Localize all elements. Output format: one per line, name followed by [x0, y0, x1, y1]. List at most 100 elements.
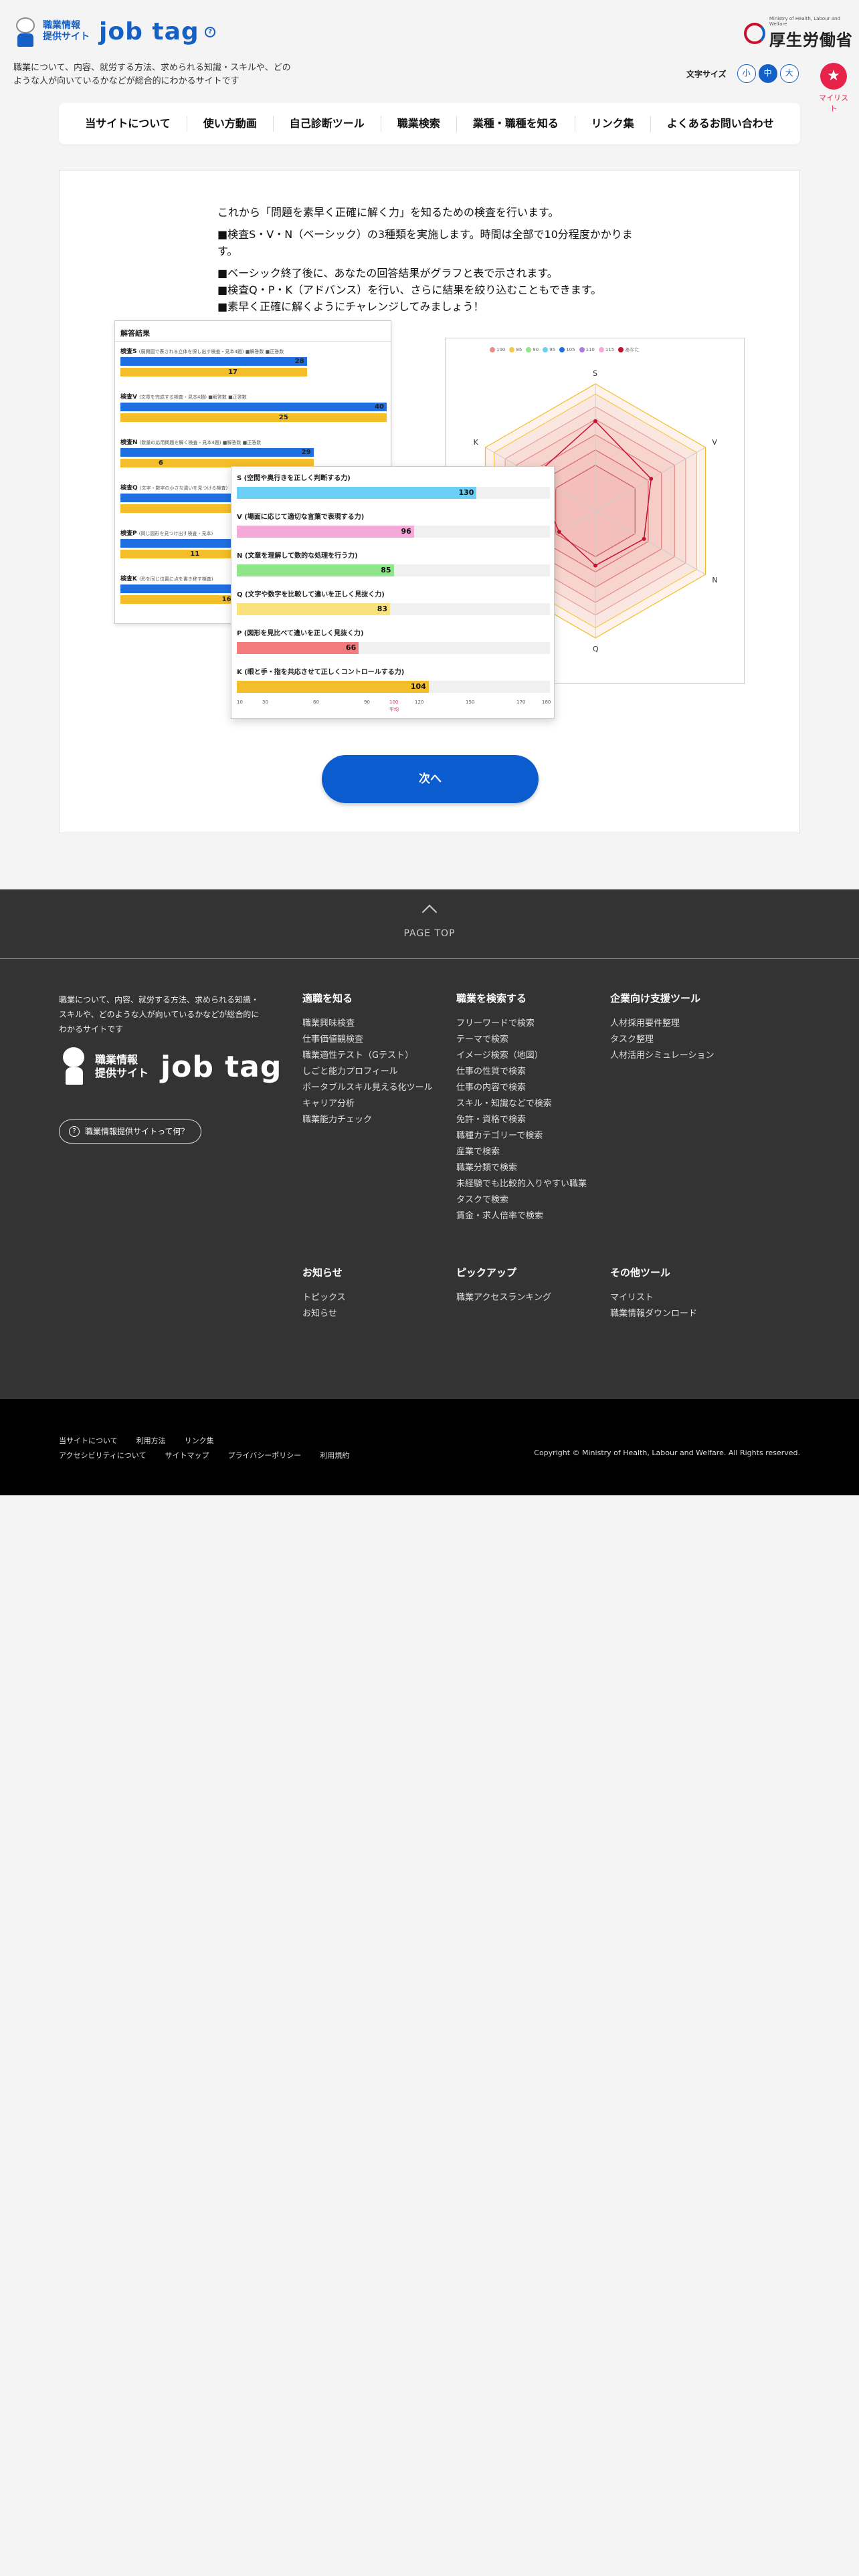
ability-label: V (場面に応じて適切な言葉で表現する力)	[237, 514, 365, 521]
footer-links-row-2: アクセシビリティについて サイトマップ プライバシーポリシー 利用規約	[59, 1450, 368, 1461]
footer-link[interactable]: 職業能力チェック	[302, 1112, 433, 1128]
bottom-link[interactable]: 当サイトについて	[59, 1436, 118, 1445]
ability-value: 85	[381, 566, 391, 574]
footer-logo[interactable]: 職業情報 提供サイト job tag	[59, 1046, 282, 1087]
bottom-link[interactable]: アクセシビリティについて	[59, 1451, 146, 1460]
logo-badge-line2: 提供サイト	[43, 31, 90, 42]
question-icon: ?	[69, 1126, 80, 1137]
footer-link[interactable]: ポータブルスキル見える化ツール	[302, 1080, 433, 1096]
ability-bar: 130	[237, 487, 477, 499]
ability-value: 96	[401, 527, 411, 536]
correct-count-value: 16	[221, 596, 231, 603]
footer-link[interactable]: 仕事価値観検査	[302, 1032, 433, 1048]
result-row-検査V: 検査V (文章を完成する検査・見本4題) ■解答数 ■正答数 40 25	[120, 392, 387, 422]
nav-item-about[interactable]: 当サイトについて	[69, 116, 187, 132]
ability-track: 85	[237, 564, 550, 576]
footer-link[interactable]: 人材活用シミュレーション	[610, 1048, 714, 1064]
ability-track: 96	[237, 526, 550, 538]
ability-track: 104	[237, 681, 550, 693]
footer-link[interactable]: 賃金・求人倍率で検索	[456, 1208, 587, 1224]
logo-badge-line1: 職業情報	[43, 20, 80, 31]
site-tagline: 職業について、内容、就労する方法、求められる知識・スキルや、どのような人が向いて…	[13, 63, 291, 86]
radar-user-point	[557, 530, 561, 534]
footer-description: 職業について、内容、就労する方法、求められる知識・スキルや、どのような人が向いて…	[59, 995, 260, 1034]
bottom-link[interactable]: プライバシーポリシー	[227, 1451, 301, 1460]
footer-link[interactable]: タスクで検索	[456, 1192, 587, 1208]
ability-bar-chart: S (空間や奥行きを正しく判断する力) 130 V (場面に応じて適切な言葉で表現す…	[231, 466, 555, 719]
font-size-large-button[interactable]: 大	[779, 64, 799, 83]
help-icon[interactable]: ?	[205, 27, 215, 37]
page-top-label: PAGE TOP	[403, 928, 456, 939]
footer-link[interactable]: 職業興味検査	[302, 1016, 433, 1032]
footer-column: 適職を知る職業興味検査 仕事価値観検査 職業適性テスト（Gテスト） しごと能力プロフィ…	[302, 991, 433, 1128]
footer-link[interactable]: 職業適性テスト（Gテスト）	[302, 1048, 433, 1064]
footer-column-title: 企業向け支援ツール	[610, 992, 701, 1004]
footer-link[interactable]: キャリア分析	[302, 1096, 433, 1112]
x-tick-label: 90	[364, 700, 370, 705]
footer-link[interactable]: フリーワードで検索	[456, 1016, 587, 1032]
footer-link[interactable]: 仕事の性質で検索	[456, 1064, 587, 1080]
x-tick-label: 100	[389, 700, 399, 705]
ministry-logo[interactable]: Ministry of Health, Labour and Welfare 厚…	[744, 16, 859, 50]
bottom-link[interactable]: サイトマップ	[165, 1451, 209, 1460]
correct-count-value: 6	[158, 459, 163, 467]
footer-column-title: 適職を知る	[302, 992, 353, 1004]
average-label: 平均	[389, 707, 399, 712]
mylist-button[interactable]: ★ マイリスト	[816, 63, 851, 114]
footer-link[interactable]: 職業情報ダウンロード	[610, 1306, 697, 1322]
site-logo[interactable]: 職業情報 提供サイト job tag	[13, 15, 199, 48]
font-size-medium-button[interactable]: 中	[758, 64, 777, 83]
nav-item-self-diagnosis[interactable]: 自己診断ツール	[274, 116, 381, 132]
radar-axis-label: S	[593, 369, 597, 378]
x-tick-label: 180	[542, 700, 551, 705]
nav-item-job-search[interactable]: 職業検索	[381, 116, 457, 132]
footer-link[interactable]: 未経験でも比較的入りやすい職業	[456, 1176, 587, 1192]
footer-link[interactable]: 人材採用要件整理	[610, 1016, 714, 1032]
ability-bar: 96	[237, 526, 414, 538]
logo-text: job tag	[99, 17, 199, 45]
x-tick-label: 60	[313, 700, 319, 705]
footer-link[interactable]: お知らせ	[302, 1306, 346, 1322]
result-row-desc: (数量の応用問題を解く検査・見本4題) ■解答数 ■正答数	[139, 440, 262, 445]
ability-bar: 66	[237, 642, 359, 654]
about-site-button[interactable]: ? 職業情報提供サイトって何？	[59, 1119, 202, 1144]
bottom-link[interactable]: 利用規約	[320, 1451, 349, 1460]
nav-item-faq[interactable]: よくあるお問い合わせ	[651, 116, 790, 132]
footer-link[interactable]: 職業アクセスランキング	[456, 1290, 551, 1306]
footer-link[interactable]: 免許・資格で検索	[456, 1112, 587, 1128]
footer-link[interactable]: 職種カテゴリーで検索	[456, 1128, 587, 1144]
footer-link[interactable]: スキル・知識などで検索	[456, 1096, 587, 1112]
footer-link[interactable]: テーマで検索	[456, 1032, 587, 1048]
ability-track: 66	[237, 642, 550, 654]
bottom-link[interactable]: 利用方法	[136, 1436, 166, 1445]
intro-bullet-3: ■検査Q・P・K（アドバンス）を行い、さらに結果を絞り込むこともできます。	[217, 284, 602, 296]
intro-bullet-1: ■検査S・V・N（ベーシック）の3種類を実施します。時間は全部で10分程度かかり…	[217, 228, 633, 257]
footer-column: ピックアップ 職業アクセスランキング	[456, 1265, 551, 1306]
x-tick-label: 10	[237, 700, 243, 705]
footer-link[interactable]: 職業分類で検索	[456, 1160, 587, 1176]
footer-link[interactable]: マイリスト	[610, 1290, 697, 1306]
x-tick-label: 30	[262, 700, 268, 705]
footer-link[interactable]: イメージ検索（地図）	[456, 1048, 587, 1064]
bottom-link[interactable]: リンク集	[185, 1436, 214, 1445]
mylist-label: マイリスト	[819, 94, 848, 113]
footer-link[interactable]: 産業で検索	[456, 1144, 587, 1160]
x-tick-label: 170	[516, 700, 526, 705]
footer-link[interactable]: 仕事の内容で検索	[456, 1080, 587, 1096]
next-button[interactable]: 次へ	[322, 755, 539, 803]
mascot-icon	[13, 15, 37, 48]
nav-item-industries[interactable]: 業種・職種を知る	[457, 116, 575, 132]
ability-label: S (空間や奥行きを正しく判断する力)	[237, 475, 351, 482]
answered-count-value: 28	[294, 358, 304, 365]
nav-item-video[interactable]: 使い方動画	[187, 116, 274, 132]
main-content: これから「問題を素早く正確に解く力」を知るための検査を行います。 ■検査S・V・…	[59, 170, 800, 833]
nav-item-links[interactable]: リンク集	[575, 116, 651, 132]
footer-link[interactable]: しごと能力プロフィール	[302, 1064, 433, 1080]
page-top-button[interactable]: PAGE TOP	[0, 889, 859, 959]
result-row-desc: (展開図で表される立体を探し出す検査・見本4題) ■解答数 ■正答数	[138, 349, 284, 354]
font-size-small-button[interactable]: 小	[737, 64, 756, 83]
footer-link[interactable]: トピックス	[302, 1290, 346, 1306]
footer-column: お知らせ トピックス お知らせ	[302, 1265, 346, 1322]
footer-link[interactable]: タスク整理	[610, 1032, 714, 1048]
mascot-icon	[59, 1046, 88, 1087]
